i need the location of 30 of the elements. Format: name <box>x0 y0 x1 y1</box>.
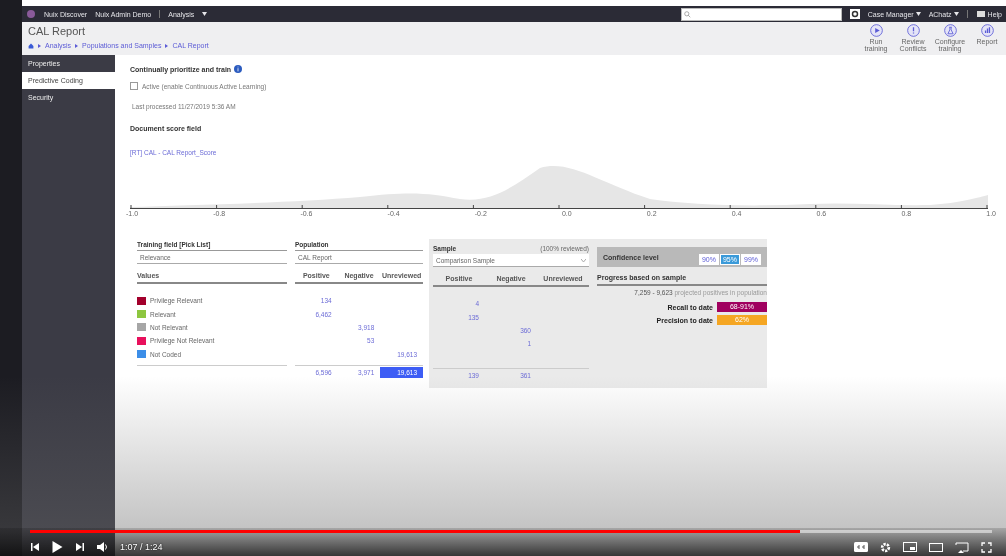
chevron-icon <box>75 43 79 48</box>
next-icon[interactable] <box>75 542 85 552</box>
settings-icon[interactable] <box>880 541 891 553</box>
caret-icon <box>202 12 208 16</box>
separator-line <box>966 10 968 18</box>
help-icon <box>975 9 986 19</box>
separator-line <box>159 10 161 18</box>
cast-icon[interactable] <box>955 541 969 553</box>
previous-icon[interactable] <box>30 542 40 552</box>
dropdown-chevron-icon <box>581 258 586 262</box>
chevron-icon <box>165 43 169 48</box>
active-checkbox[interactable] <box>130 82 138 90</box>
home-icon <box>28 42 34 49</box>
logo-icon <box>26 9 36 19</box>
settings-icon[interactable] <box>849 9 860 19</box>
search-icon <box>683 10 691 18</box>
caret-icon <box>915 12 921 16</box>
volume-icon[interactable] <box>97 542 108 552</box>
captions-icon[interactable] <box>854 542 868 552</box>
page-title: CAL Report <box>28 25 87 37</box>
search-field[interactable] <box>680 7 842 21</box>
theater-mode-icon[interactable] <box>929 542 943 552</box>
chevron-icon <box>38 43 41 48</box>
play-icon[interactable] <box>52 541 63 553</box>
caret-icon <box>953 12 959 16</box>
info-icon <box>234 65 243 73</box>
video-time: 1:07 / 1:24 <box>120 542 163 552</box>
miniplayer-icon[interactable] <box>903 542 917 552</box>
fullscreen-icon[interactable] <box>981 541 992 553</box>
video-progress-bar[interactable] <box>30 530 992 533</box>
